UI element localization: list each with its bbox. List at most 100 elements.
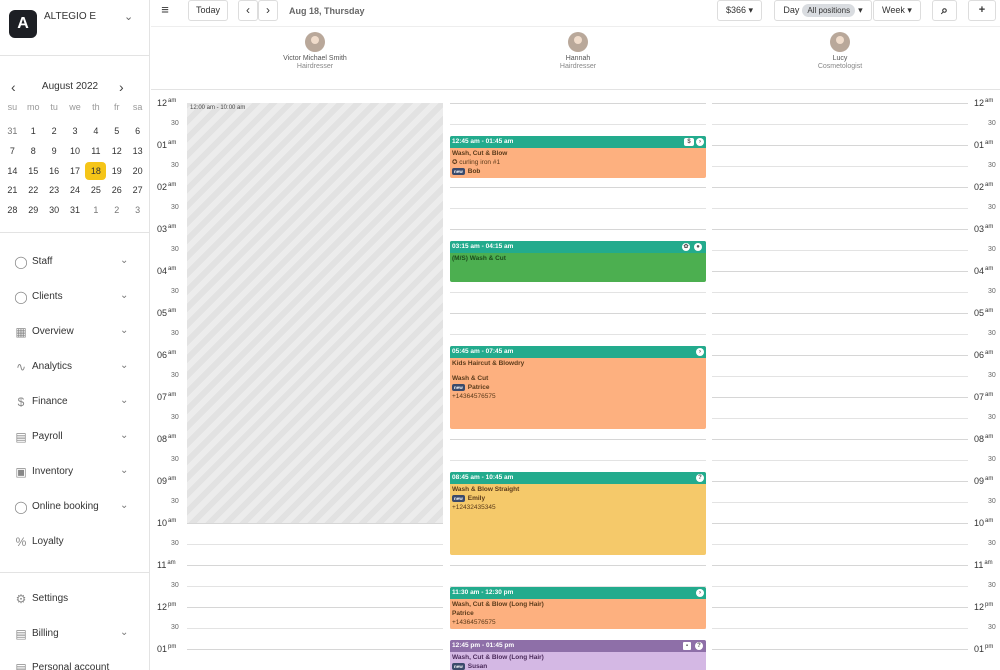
appointment-service: (M/S) Wash & Cut — [452, 255, 506, 262]
appointment-card[interactable]: 08:45 am - 10:45 am ? Wash & Blow Straig… — [450, 472, 706, 555]
calendar-day[interactable]: 12 — [106, 142, 127, 160]
grid-line — [712, 103, 968, 104]
appointment-card[interactable]: 11:30 am - 12:30 pm › Wash, Cut & Blow (… — [450, 587, 706, 629]
nav-billing[interactable]: ▤ Billing ⌄ — [0, 622, 150, 646]
nav-loyalty[interactable]: % Loyalty — [0, 530, 150, 554]
half-hour-label: 30 — [171, 162, 179, 169]
nav-finance[interactable]: $ Finance ⌄ — [0, 390, 150, 414]
nav-label: Analytics — [32, 361, 73, 372]
nav-clients[interactable]: ◯ Clients ⌄ — [0, 285, 150, 309]
appointment-card[interactable]: 05:45 am - 07:45 am › Kids Haircut & Blo… — [450, 346, 706, 429]
today-button[interactable]: Today — [188, 0, 228, 21]
grid-line — [712, 607, 968, 608]
staff-column-header[interactable]: Victor Michael Smith Hairdresser — [235, 32, 395, 70]
calendar-day[interactable]: 8 — [23, 142, 44, 160]
calendar-day[interactable]: 7 — [2, 142, 23, 160]
calendar-day[interactable]: 31 — [65, 201, 86, 219]
question-icon: ? — [696, 474, 704, 482]
chevron-down-icon: ⌄ — [120, 430, 129, 441]
half-hour-label: 30 — [171, 456, 179, 463]
week-view-dropdown[interactable]: Week ▾ — [873, 0, 921, 21]
appointment-client: Patrice — [452, 610, 474, 617]
calendar-day[interactable]: 24 — [65, 181, 86, 199]
prev-day-icon[interactable]: ‹ — [238, 0, 258, 21]
calendar-day[interactable]: 14 — [2, 162, 23, 180]
half-hour-label: 30 — [171, 414, 179, 421]
revenue-dropdown[interactable]: $366 ▾ — [717, 0, 762, 21]
hour-label: 02am — [974, 182, 994, 192]
calendar-day[interactable]: 4 — [85, 122, 106, 140]
half-hour-label: 30 — [171, 288, 179, 295]
menu-icon[interactable]: ≡ — [156, 0, 174, 21]
calendar-day[interactable]: 15 — [23, 162, 44, 180]
calendar-week: 14 15 16 17 18 19 20 — [2, 162, 148, 180]
appointment-service: Wash, Cut & Blow (Long Hair) — [452, 601, 544, 608]
calendar-day[interactable]: 21 — [2, 181, 23, 199]
nav-personal-account[interactable]: ▤ Personal account — [0, 656, 150, 670]
add-user-icon[interactable]: + — [968, 0, 996, 21]
calendar-day-selected[interactable]: 18 — [85, 162, 107, 180]
nav-payroll[interactable]: ▤ Payroll ⌄ — [0, 425, 150, 449]
calendar-day[interactable]: 2 — [44, 122, 65, 140]
calendar-day[interactable]: 11 — [85, 142, 106, 160]
chevron-down-icon: ⌄ — [120, 627, 129, 638]
calendar-day[interactable]: 10 — [65, 142, 86, 160]
calendar-day[interactable]: 6 — [127, 122, 148, 140]
calendar-day[interactable]: 22 — [23, 181, 44, 199]
calendar-day[interactable]: 28 — [2, 201, 23, 219]
appointment-client: new Bob — [452, 167, 481, 175]
arrow-right-icon: › — [696, 348, 704, 356]
appointment-card[interactable]: 12:45 pm - 01:45 pm ▪ ? Wash, Cut & Blow… — [450, 640, 706, 670]
hour-label: 10am — [974, 518, 994, 528]
chevron-down-icon[interactable]: ⌄ — [124, 10, 133, 23]
nav-staff[interactable]: ◯ Staff ⌄ — [0, 250, 150, 274]
calendar-day[interactable]: 1 — [85, 201, 106, 219]
calendar-day[interactable]: 23 — [44, 181, 65, 199]
nav-online-booking[interactable]: ◯ Online booking ⌄ — [0, 495, 150, 519]
calendar-day[interactable]: 3 — [65, 122, 86, 140]
half-hour-label: 30 — [988, 372, 996, 379]
appointment-service-secondary: Wash & Cut — [452, 375, 489, 382]
position-filter-dropdown[interactable]: Day All positions ▾ — [774, 0, 872, 21]
weekday-label: sa — [132, 102, 143, 112]
calendar-day[interactable]: 20 — [127, 162, 148, 180]
calendar-day[interactable]: 27 — [127, 181, 148, 199]
nav-overview[interactable]: ▦ Overview ⌄ — [0, 320, 150, 344]
calendar-day[interactable]: 30 — [44, 201, 65, 219]
current-date[interactable]: Aug 18, Thursday — [289, 6, 365, 16]
nav-analytics[interactable]: ∿ Analytics ⌄ — [0, 355, 150, 379]
staff-column-header[interactable]: Hannah Hairdresser — [498, 32, 658, 70]
calendar-day[interactable]: 2 — [106, 201, 127, 219]
nav-settings[interactable]: ⚙ Settings — [0, 587, 150, 611]
hour-label: 08am — [974, 434, 994, 444]
calendar-day[interactable]: 16 — [44, 162, 65, 180]
next-month-icon[interactable]: › — [119, 80, 124, 94]
calendar-day[interactable]: 5 — [106, 122, 127, 140]
zoom-icon[interactable]: ⌕ — [932, 0, 957, 21]
appointment-card[interactable]: 03:15 am - 04:15 am ✿ ● (M/S) Wash & Cut — [450, 241, 706, 282]
avatar — [305, 32, 325, 52]
blocked-time-slot[interactable]: 12:00 am - 10:00 am — [187, 103, 443, 523]
grid-line — [187, 544, 443, 545]
calendar-day[interactable]: 3 — [127, 201, 148, 219]
half-hour-label: 30 — [171, 498, 179, 505]
company-selector[interactable]: A ALTEGIO E ⌄ — [0, 0, 150, 56]
nav-inventory[interactable]: ▣ Inventory ⌄ — [0, 460, 150, 484]
staff-column-header[interactable]: Lucy Cosmetologist — [760, 32, 920, 70]
calendar-day[interactable]: 29 — [23, 201, 44, 219]
appointment-time: 12:45 pm - 01:45 pm ▪ ? — [450, 640, 706, 652]
grid-line — [712, 586, 968, 587]
calendar-day[interactable]: 9 — [44, 142, 65, 160]
calendar-day[interactable]: 1 — [23, 122, 44, 140]
next-day-icon[interactable]: › — [258, 0, 278, 21]
weekday-label: fr — [113, 102, 120, 112]
nav-label: Finance — [32, 396, 68, 407]
calendar-day[interactable]: 31 — [2, 122, 23, 140]
calendar-day[interactable]: 19 — [106, 162, 127, 180]
calendar-day[interactable]: 26 — [106, 181, 127, 199]
appointment-card[interactable]: 12:45 am - 01:45 am $ › Wash, Cut & Blow… — [450, 136, 706, 178]
calendar-day[interactable]: 13 — [127, 142, 148, 160]
grid-line — [712, 439, 968, 440]
calendar-day[interactable]: 17 — [65, 162, 86, 180]
calendar-day[interactable]: 25 — [85, 181, 106, 199]
